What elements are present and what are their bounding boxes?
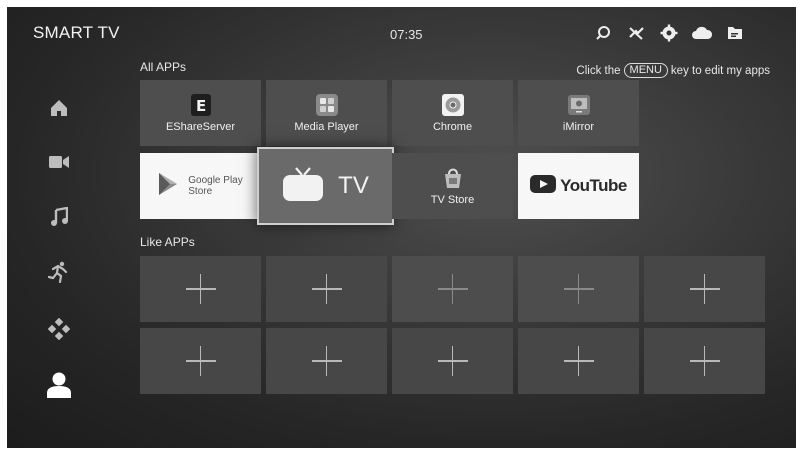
eshare-icon: E [189, 93, 213, 117]
google-play-label: Google Play Store [188, 175, 242, 197]
like-app-slot[interactable] [392, 328, 513, 394]
like-app-slot[interactable] [140, 328, 261, 394]
like-app-slot[interactable] [644, 256, 765, 322]
music-icon [51, 207, 68, 226]
no-signal-icon[interactable] [625, 22, 647, 44]
youtube-label: YouTube [560, 176, 627, 195]
imirror-icon [567, 93, 591, 117]
google-play-label-line2: Store [188, 186, 213, 197]
clock: 07:35 [390, 27, 423, 42]
top-icon-bar [592, 22, 746, 44]
google-play-label-line1: Google Play [188, 175, 243, 186]
add-icon [185, 274, 216, 304]
video-icon [49, 156, 69, 168]
apps-diamond-icon [48, 318, 70, 340]
like-app-slot[interactable] [266, 328, 387, 394]
app-tile-media-player[interactable]: Media Player [266, 80, 387, 146]
edit-hint: Click the MENU key to edit my apps [576, 63, 770, 78]
tv-screen: SMART TV 07:35 All APPs Click the MENU k… [7, 7, 796, 448]
app-label: Chrome [432, 121, 473, 133]
all-apps-title: All APPs [140, 60, 187, 74]
like-app-slot[interactable] [392, 256, 513, 322]
sidebar [7, 7, 122, 448]
app-tile-google-play-store[interactable]: Google Play Store [140, 153, 261, 219]
running-icon [48, 261, 68, 283]
user-icon [47, 372, 71, 398]
hint-prefix: Click the [576, 64, 621, 77]
sidebar-item-home[interactable] [46, 95, 72, 121]
gear-icon[interactable] [658, 22, 680, 44]
svg-text:E: E [196, 97, 206, 115]
home-icon [51, 100, 67, 116]
sidebar-item-music[interactable] [46, 204, 72, 230]
add-icon [563, 274, 594, 304]
like-app-slot[interactable] [644, 328, 765, 394]
sidebar-item-sports[interactable] [46, 259, 72, 285]
app-tile-youtube[interactable]: YouTube [518, 153, 639, 219]
sidebar-item-apps[interactable] [46, 316, 72, 342]
sidebar-item-user[interactable] [44, 369, 74, 401]
add-icon [563, 346, 594, 376]
app-label: TV Store [430, 194, 475, 206]
like-app-slot[interactable] [140, 256, 261, 322]
media-player-icon [315, 93, 339, 117]
app-tile-eshareserver[interactable]: E EShareServer [140, 80, 261, 146]
app-tile-imirror[interactable]: iMirror [518, 80, 639, 146]
add-icon [311, 274, 342, 304]
tv-icon [282, 166, 324, 207]
like-app-slot[interactable] [266, 256, 387, 322]
folder-icon[interactable] [724, 22, 746, 44]
app-label: Media Player [294, 121, 359, 133]
hint-suffix: key to edit my apps [670, 64, 770, 77]
app-tile-chrome[interactable]: Chrome [392, 80, 513, 146]
chrome-icon [441, 93, 465, 117]
add-icon [437, 346, 468, 376]
add-icon [185, 346, 216, 376]
app-tile-tv-focused[interactable]: TV [257, 147, 394, 225]
like-app-slot[interactable] [518, 256, 639, 322]
app-label: iMirror [562, 121, 595, 133]
add-icon [437, 274, 468, 304]
app-label: EShareServer [165, 121, 236, 133]
like-app-slot[interactable] [518, 328, 639, 394]
like-apps-title: Like APPs [140, 235, 195, 249]
tv-store-icon [441, 166, 465, 190]
youtube-icon [530, 174, 557, 198]
sidebar-item-video[interactable] [46, 149, 72, 175]
google-play-icon [158, 172, 178, 201]
add-icon [689, 274, 720, 304]
menu-key-badge: MENU [623, 63, 668, 78]
search-icon[interactable] [592, 22, 614, 44]
add-icon [689, 346, 720, 376]
app-tile-tv-store[interactable]: TV Store [392, 153, 513, 219]
tv-label: TV [338, 172, 369, 199]
cloud-icon[interactable] [691, 22, 713, 44]
add-icon [311, 346, 342, 376]
